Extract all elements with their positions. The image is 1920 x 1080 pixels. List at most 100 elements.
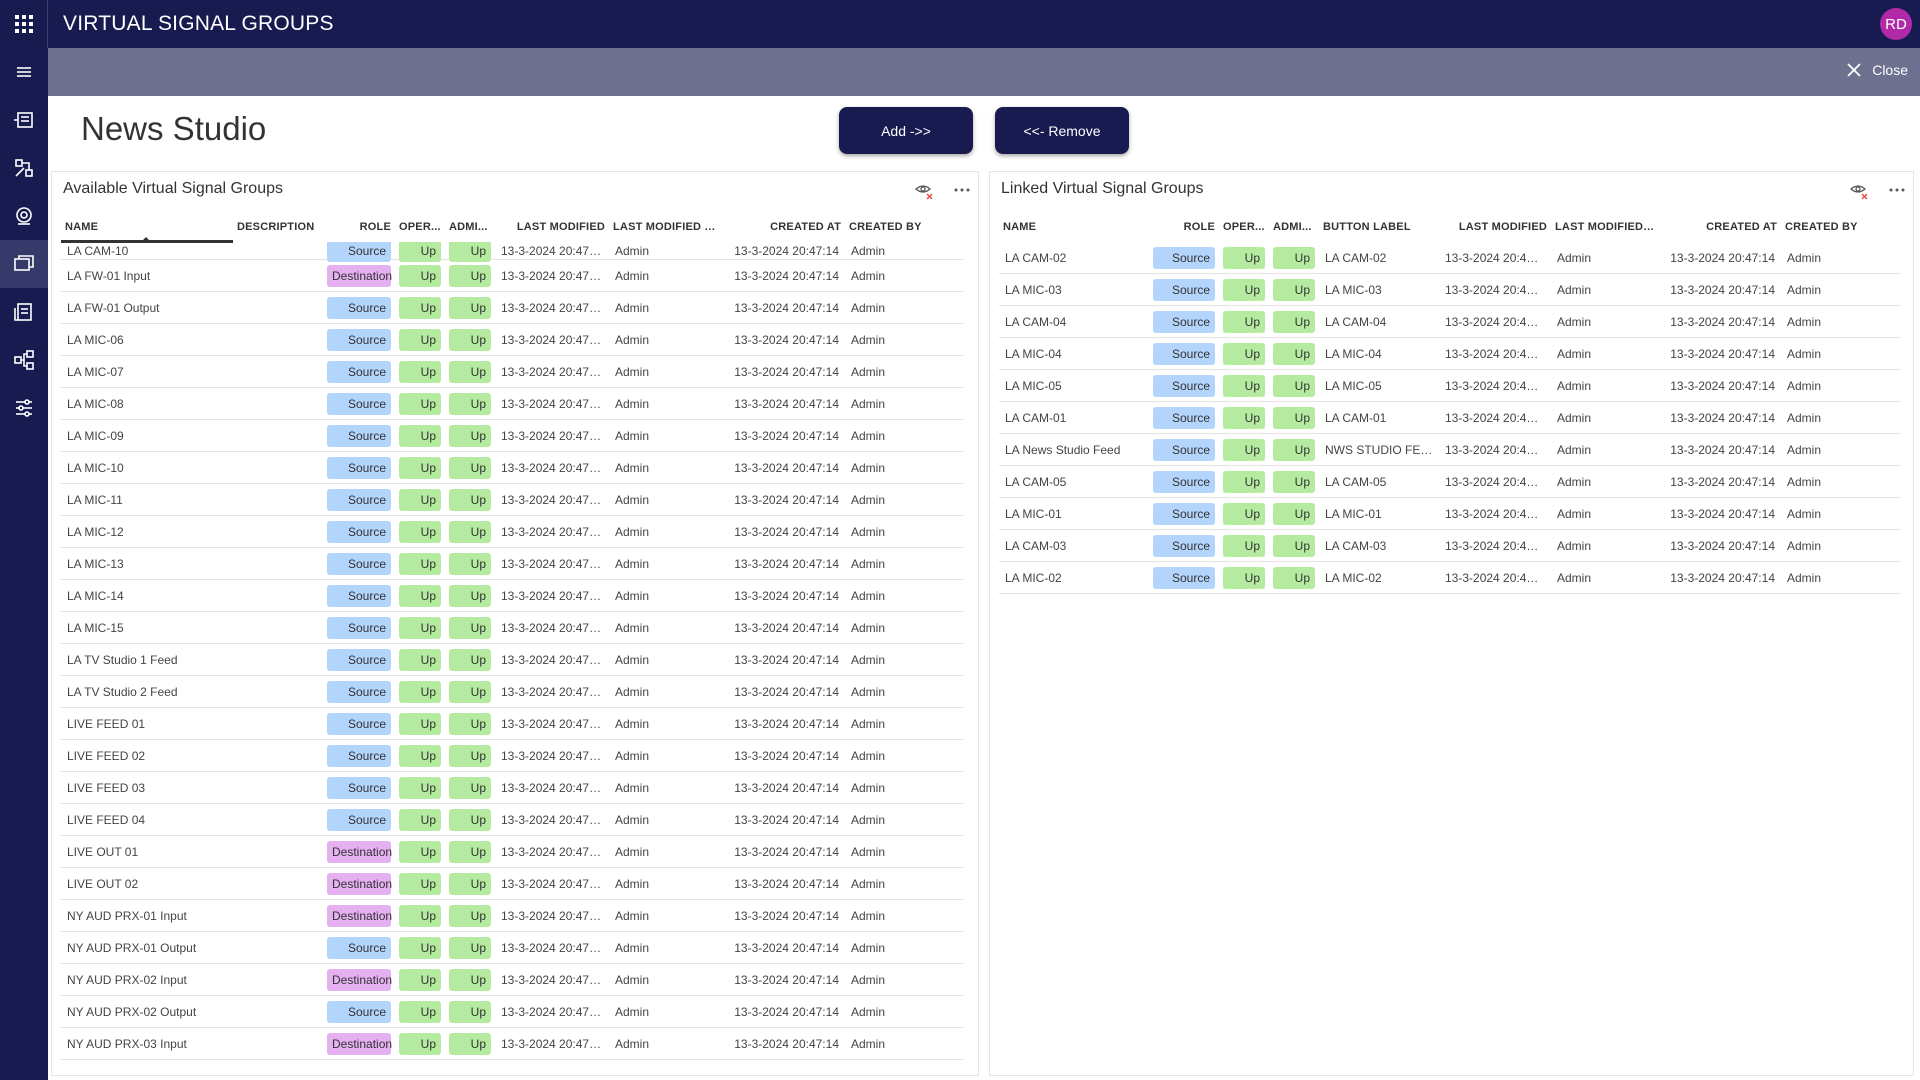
column-header[interactable]: CREATED BY (845, 221, 963, 233)
table-row[interactable]: NY AUD PRX-01 Output Source Up Up 13-3-2024 … (61, 932, 963, 964)
table-row[interactable]: LIVE OUT 02 Destination Up Up 13-3-2024 20:4… (61, 868, 963, 900)
table-row[interactable]: NY AUD PRX-01 Input Destination Up Up 13-3-2… (61, 900, 963, 932)
admin-badge: Up (1273, 342, 1315, 365)
close-button[interactable]: Close (1846, 62, 1908, 78)
table-row[interactable]: LA MIC-08 Source Up Up 13-3-2024 20:47:14 Adm… (61, 388, 963, 420)
column-header[interactable]: NAME (61, 221, 233, 233)
cell-oper: Up (395, 1032, 445, 1055)
table-row[interactable]: LA MIC-15 Source Up Up 13-3-2024 20:47:14 Adm… (61, 612, 963, 644)
table-row[interactable]: LA CAM-05 Source Up Up LA CAM-05 13-3-2024 20… (999, 466, 1901, 498)
table-row[interactable]: LIVE FEED 02 Source Up Up 13-3-2024 20:47:14… (61, 740, 963, 772)
column-header[interactable]: OPER... (395, 221, 445, 233)
table-row[interactable]: NY AUD PRX-03 Input Destination Up Up 13-3-2… (61, 1028, 963, 1060)
table-row[interactable]: LA MIC-04 Source Up Up LA MIC-04 13-3-2024 20… (999, 338, 1901, 370)
table-row[interactable]: LA FW-01 Input Destination Up Up 13-3-2024 2… (61, 260, 963, 292)
column-header[interactable]: NAME (999, 221, 1149, 233)
cell-name: LA MIC-05 (1005, 378, 1062, 393)
linked-panel: Linked Virtual Signal Groups NAME ROLE OPE… (989, 171, 1914, 1076)
cell-last-modified-by: Admin (615, 908, 650, 923)
top-bar: VIRTUAL SIGNAL GROUPS RD (0, 0, 1920, 48)
cell-last-modified: 13-3-2024 20:47:14 (1445, 314, 1550, 329)
cell-name: LA TV Studio 1 Feed (67, 652, 178, 667)
column-header[interactable]: LAST MODIFIED (1439, 221, 1551, 233)
column-header[interactable]: ROLE (1149, 221, 1219, 233)
table-row[interactable]: LA FW-01 Output Source Up Up 13-3-2024 20:47… (61, 292, 963, 324)
table-row[interactable]: LA MIC-09 Source Up Up 13-3-2024 20:47:14 Adm… (61, 420, 963, 452)
oper-badge: Up (399, 840, 441, 863)
cell-created-at: 13-3-2024 20:47:14 (734, 844, 839, 859)
column-header[interactable]: CREATED BY (1781, 221, 1901, 233)
table-row[interactable]: LA TV Studio 1 Feed Source Up Up 13-3-2024 2… (61, 644, 963, 676)
cell-last-modified: 13-3-2024 20:47:14 (1445, 506, 1550, 521)
table-row[interactable]: LA MIC-14 Source Up Up 13-3-2024 20:47:14 Adm… (61, 580, 963, 612)
table-row[interactable]: NY AUD PRX-02 Output Source Up Up 13-3-2024 … (61, 996, 963, 1028)
oper-badge: Up (1223, 470, 1265, 493)
visibility-icon[interactable] (1849, 180, 1869, 205)
column-header[interactable]: BUTTON LABEL (1319, 221, 1439, 233)
cell-last-modified: 13-3-2024 20:47:14 (501, 1036, 606, 1051)
column-header[interactable]: ROLE (323, 221, 395, 233)
table-row[interactable]: LA CAM-03 Source Up Up LA CAM-03 13-3-2024 20… (999, 530, 1901, 562)
table-row[interactable]: LA MIC-12 Source Up Up 13-3-2024 20:47:14 Adm… (61, 516, 963, 548)
table-row[interactable]: LA MIC-11 Source Up Up 13-3-2024 20:47:14 Adm… (61, 484, 963, 516)
visibility-icon[interactable] (914, 180, 934, 205)
cell-oper: Up (395, 296, 445, 319)
table-row[interactable]: LA MIC-01 Source Up Up LA MIC-01 13-3-2024 20… (999, 498, 1901, 530)
menu-icon[interactable] (0, 48, 48, 96)
cell-oper: Up (1219, 566, 1269, 589)
avatar[interactable]: RD (1880, 8, 1912, 40)
table-row[interactable]: LA CAM-01 Source Up Up LA CAM-01 13-3-2024 20… (999, 402, 1901, 434)
cell-last-modified-by: Admin (615, 524, 650, 539)
cell-last-modified: 13-3-2024 20:47:14 (1445, 474, 1550, 489)
column-header[interactable]: CREATED AT (1661, 221, 1781, 233)
table-row[interactable]: LIVE FEED 01 Source Up Up 13-3-2024 20:47:14… (61, 708, 963, 740)
documents-icon[interactable] (0, 288, 48, 336)
table-row[interactable]: NY AUD PRX-02 Input Destination Up Up 13-3-2… (61, 964, 963, 996)
admin-badge: Up (449, 584, 491, 607)
table-row[interactable]: LA MIC-03 Source Up Up LA MIC-03 13-3-2024 20… (999, 274, 1901, 306)
column-header[interactable]: DESCRIPTION (233, 221, 323, 233)
table-row[interactable]: LA TV Studio 2 Feed Source Up Up 13-3-2024 2… (61, 676, 963, 708)
column-header[interactable]: ADMI... (1269, 221, 1319, 233)
column-header[interactable]: LAST MODIFIED BY (609, 221, 721, 233)
cell-created-at: 13-3-2024 20:47:14 (734, 556, 839, 571)
table-row[interactable]: LA CAM-02 Source Up Up LA CAM-02 13-3-2024 20… (999, 242, 1901, 274)
table-row[interactable]: LA MIC-02 Source Up Up LA MIC-02 13-3-2024 20… (999, 562, 1901, 594)
column-header[interactable]: CREATED AT (721, 221, 845, 233)
cell-created-by: Admin (851, 1004, 886, 1019)
virtual-groups-icon[interactable] (0, 240, 48, 288)
settings-list-icon[interactable] (0, 384, 48, 432)
table-row[interactable]: LA MIC-13 Source Up Up 13-3-2024 20:47:14 Adm… (61, 548, 963, 580)
cell-created-at: 13-3-2024 20:47:14 (1670, 378, 1775, 393)
tree-icon[interactable] (0, 336, 48, 384)
table-row[interactable]: LIVE OUT 01 Destination Up Up 13-3-2024 20:4… (61, 836, 963, 868)
column-header[interactable]: ADMI... (445, 221, 495, 233)
cell-created-at: 13-3-2024 20:47:14 (734, 716, 839, 731)
table-row[interactable]: LIVE FEED 03 Source Up Up 13-3-2024 20:47:14… (61, 772, 963, 804)
app-launcher-icon[interactable] (0, 0, 48, 48)
column-header[interactable]: LAST MODIFIED BY (1551, 221, 1661, 233)
column-header[interactable]: LAST MODIFIED (495, 221, 609, 233)
remove-button[interactable]: <<- Remove (995, 107, 1129, 154)
signal-list-icon[interactable] (0, 96, 48, 144)
cell-created-by: Admin (851, 844, 886, 859)
table-row[interactable]: LA MIC-07 Source Up Up 13-3-2024 20:47:14 Adm… (61, 356, 963, 388)
add-button[interactable]: Add ->> (839, 107, 973, 154)
column-header[interactable]: OPER... (1219, 221, 1269, 233)
more-options-icon[interactable] (952, 180, 972, 205)
table-row[interactable]: LA MIC-05 Source Up Up LA MIC-05 13-3-2024 20… (999, 370, 1901, 402)
table-row[interactable]: LIVE FEED 04 Source Up Up 13-3-2024 20:47:14… (61, 804, 963, 836)
cell-admin: Up (1269, 310, 1319, 333)
table-row[interactable]: LA News Studio Feed Source Up Up NWS STUDIO … (999, 434, 1901, 466)
monitor-icon[interactable] (0, 192, 48, 240)
oper-badge: Up (1223, 310, 1265, 333)
table-row[interactable]: LA CAM-04 Source Up Up LA CAM-04 13-3-2024 20… (999, 306, 1901, 338)
cell-role: Source (323, 744, 395, 767)
routing-icon[interactable] (0, 144, 48, 192)
oper-badge: Up (399, 264, 441, 287)
oper-badge: Up (399, 936, 441, 959)
table-row[interactable]: LA MIC-06 Source Up Up 13-3-2024 20:47:14 Adm… (61, 324, 963, 356)
table-row[interactable]: LA CAM-10 Source Up Up 13-3-2024 20:47:14 Adm… (61, 242, 963, 262)
more-options-icon[interactable] (1887, 180, 1907, 205)
table-row[interactable]: LA MIC-10 Source Up Up 13-3-2024 20:47:14 Adm… (61, 452, 963, 484)
